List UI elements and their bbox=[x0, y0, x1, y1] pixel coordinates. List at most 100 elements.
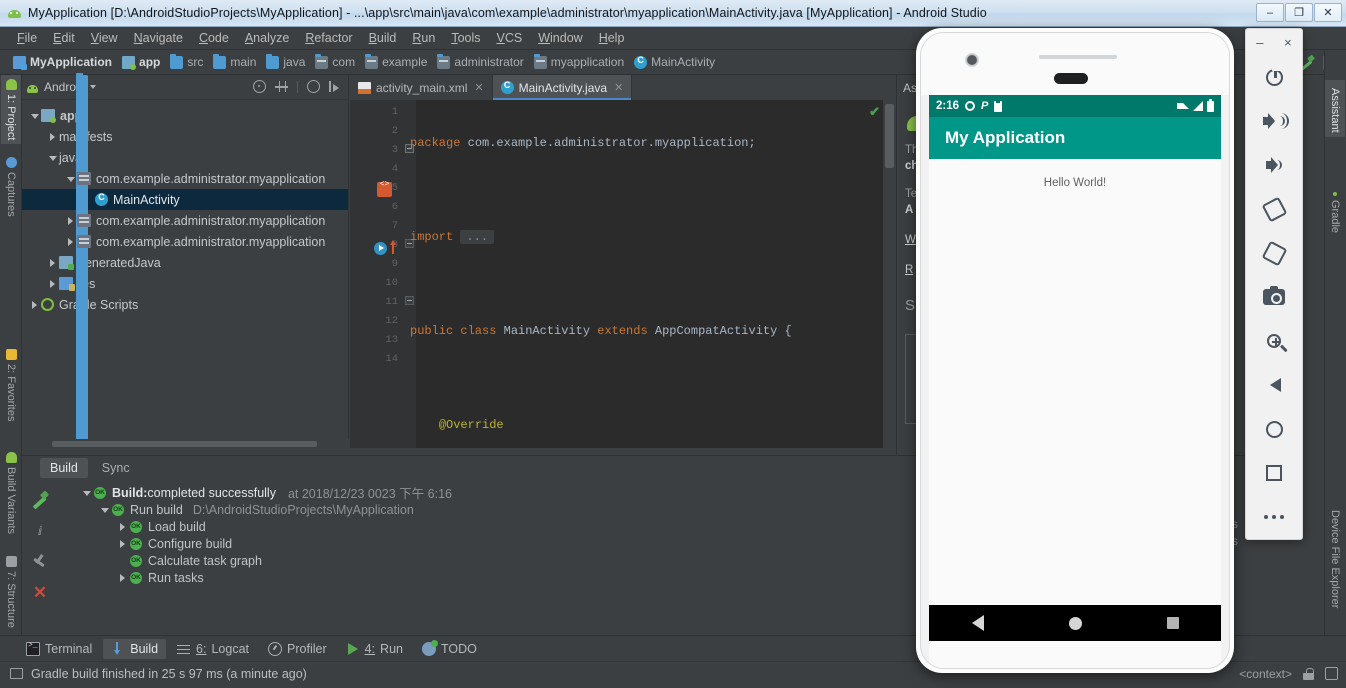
toolwindow-todo[interactable]: TODO bbox=[414, 639, 485, 659]
menu-window[interactable]: Window bbox=[530, 29, 590, 47]
editor-scrollbar[interactable] bbox=[883, 100, 896, 448]
recents-icon[interactable] bbox=[1166, 617, 1179, 629]
tree-item-java[interactable]: java bbox=[22, 73, 348, 448]
emulator-volume-down-button[interactable] bbox=[1246, 143, 1302, 187]
emulator-volume-up-button[interactable] bbox=[1246, 99, 1302, 143]
emulator-zoom-button[interactable] bbox=[1246, 319, 1302, 363]
chevron-down-icon[interactable] bbox=[64, 172, 77, 185]
emulator-overview-button[interactable] bbox=[1246, 451, 1302, 495]
emulator-back-button[interactable] bbox=[1246, 363, 1302, 407]
sidebar-item-captures[interactable]: Captures bbox=[1, 153, 21, 221]
close-icon[interactable]: ✕ bbox=[474, 81, 483, 94]
breadcrumb-item-administrator[interactable]: administrator bbox=[432, 53, 528, 70]
toolwindow-profiler[interactable]: Profiler bbox=[260, 639, 335, 659]
menu-tools[interactable]: Tools bbox=[443, 29, 488, 47]
sidebar-item-device-file-explorer[interactable]: Device File Explorer bbox=[1325, 502, 1345, 612]
chevron-down-icon[interactable] bbox=[80, 486, 94, 500]
tree-item-res[interactable]: res bbox=[22, 273, 348, 294]
menu-vcs[interactable]: VCS bbox=[489, 29, 531, 47]
toggle-view-icon[interactable]: ⅈ bbox=[31, 522, 49, 540]
breadcrumb-item-main[interactable]: main bbox=[208, 53, 261, 70]
close-button[interactable]: ✕ bbox=[1314, 3, 1342, 22]
chevron-right-icon[interactable] bbox=[116, 571, 130, 585]
collapse-all-icon[interactable] bbox=[275, 80, 288, 93]
toolwindow-terminal[interactable]: Terminal bbox=[18, 639, 100, 659]
android-navigation-bar[interactable] bbox=[929, 605, 1221, 641]
chevron-right-icon[interactable] bbox=[64, 235, 77, 248]
menu-edit[interactable]: Edit bbox=[45, 29, 83, 47]
sidebar-item-build-variants[interactable]: Build Variants bbox=[1, 448, 21, 538]
breadcrumb-item-java[interactable]: java bbox=[261, 53, 310, 70]
menu-build[interactable]: Build bbox=[361, 29, 405, 47]
close-icon[interactable]: ✕ bbox=[31, 584, 49, 602]
tree-item-mainactivity[interactable]: MainActivity bbox=[22, 189, 348, 210]
sidebar-item-gradle[interactable]: Gradle bbox=[1325, 188, 1345, 237]
hide-panel-icon[interactable] bbox=[329, 80, 342, 93]
chevron-down-icon[interactable] bbox=[46, 151, 59, 164]
emulator-rotate-right-button[interactable] bbox=[1246, 231, 1302, 275]
tree-item-package-1[interactable]: com.example.administrator.myapplication bbox=[22, 168, 348, 189]
toolwindow-logcat[interactable]: 6: Logcat bbox=[169, 639, 257, 659]
chevron-right-icon[interactable] bbox=[28, 298, 41, 311]
class-marker-icon[interactable] bbox=[377, 180, 392, 197]
chevron-down-icon[interactable] bbox=[28, 109, 41, 122]
menu-run[interactable]: Run bbox=[404, 29, 443, 47]
tree-item-gradle-scripts[interactable]: Gradle Scripts bbox=[22, 294, 348, 315]
tree-item-generatedjava[interactable]: generatedJava bbox=[22, 252, 348, 273]
scrollbar-thumb[interactable] bbox=[52, 441, 317, 447]
back-icon[interactable] bbox=[971, 615, 984, 631]
import-placeholder[interactable]: ... bbox=[460, 230, 495, 244]
emulator-screenshot-button[interactable] bbox=[1246, 275, 1302, 319]
chevron-right-icon[interactable] bbox=[46, 130, 59, 143]
device-preview-icon-slot[interactable] bbox=[1325, 58, 1345, 66]
override-marker-icon[interactable] bbox=[374, 242, 387, 255]
toolwindow-build[interactable]: Build bbox=[103, 638, 167, 659]
chevron-right-icon[interactable] bbox=[116, 520, 130, 534]
tab-activity-main-xml[interactable]: activity_main.xml ✕ bbox=[350, 75, 493, 100]
home-icon[interactable] bbox=[1068, 616, 1082, 630]
menu-file[interactable]: File bbox=[9, 29, 45, 47]
tree-item-manifests[interactable]: manifests bbox=[22, 73, 348, 448]
editor-code-area[interactable]: 1 2 3 4 5 6 7 8 9 10 11 12 13 14 <> pack… bbox=[350, 100, 896, 448]
breadcrumb-item-com[interactable]: com bbox=[310, 53, 360, 70]
chevron-down-icon[interactable] bbox=[98, 503, 112, 517]
sidebar-item-project[interactable]: 1: Project bbox=[1, 75, 21, 145]
chevron-right-icon[interactable] bbox=[46, 256, 59, 269]
lock-icon[interactable] bbox=[1303, 667, 1314, 680]
sidebar-item-assistant[interactable]: Assistant bbox=[1325, 80, 1345, 137]
emulator-more-button[interactable] bbox=[1246, 495, 1302, 539]
memory-indicator-icon[interactable] bbox=[1325, 667, 1338, 680]
emulator-screen[interactable]: 2:16 P My Application Hello World! bbox=[929, 95, 1221, 605]
maximize-button[interactable]: ❐ bbox=[1285, 3, 1313, 22]
menu-analyze[interactable]: Analyze bbox=[237, 29, 297, 47]
chevron-right-icon[interactable] bbox=[64, 214, 77, 227]
breadcrumb-item-mainactivity[interactable]: MainActivity bbox=[629, 54, 720, 70]
emulator-power-button[interactable] bbox=[1246, 55, 1302, 99]
chevron-right-icon[interactable] bbox=[46, 277, 59, 290]
emulator-window[interactable]: 2:16 P My Application Hello World! bbox=[916, 28, 1234, 673]
breadcrumb-item-example[interactable]: example bbox=[360, 53, 432, 70]
menu-code[interactable]: Code bbox=[191, 29, 237, 47]
emulator-home-button[interactable] bbox=[1246, 407, 1302, 451]
emulator-minimize-button[interactable]: – bbox=[1256, 35, 1263, 50]
sidebar-item-favorites[interactable]: 2: Favorites bbox=[1, 345, 21, 425]
toolwindow-run[interactable]: 4: Run bbox=[338, 639, 411, 659]
breadcrumb-item-app[interactable]: app bbox=[117, 54, 165, 70]
menu-navigate[interactable]: Navigate bbox=[126, 29, 191, 47]
app-content-area[interactable]: Hello World! bbox=[929, 159, 1221, 605]
menu-help[interactable]: Help bbox=[591, 29, 633, 47]
tree-item-app[interactable]: app bbox=[22, 105, 348, 126]
rerun-build-icon[interactable] bbox=[31, 491, 49, 509]
tab-mainactivity-java[interactable]: MainActivity.java ✕ bbox=[492, 75, 633, 100]
sidebar-item-structure[interactable]: 7: Structure bbox=[1, 552, 21, 632]
scroll-from-source-icon[interactable] bbox=[253, 80, 266, 93]
gear-icon[interactable] bbox=[307, 80, 320, 93]
inspection-ok-icon[interactable]: ✔ bbox=[869, 104, 880, 120]
breadcrumb-item-src[interactable]: src bbox=[165, 53, 208, 70]
source-code[interactable]: package com.example.administrator.myappl… bbox=[410, 100, 882, 448]
scrollbar-thumb[interactable] bbox=[885, 104, 894, 168]
pin-icon[interactable] bbox=[31, 553, 49, 571]
menu-refactor[interactable]: Refactor bbox=[297, 29, 360, 47]
breadcrumb-item-project[interactable]: MyApplication bbox=[8, 54, 117, 70]
minimize-button[interactable]: – bbox=[1256, 3, 1284, 22]
